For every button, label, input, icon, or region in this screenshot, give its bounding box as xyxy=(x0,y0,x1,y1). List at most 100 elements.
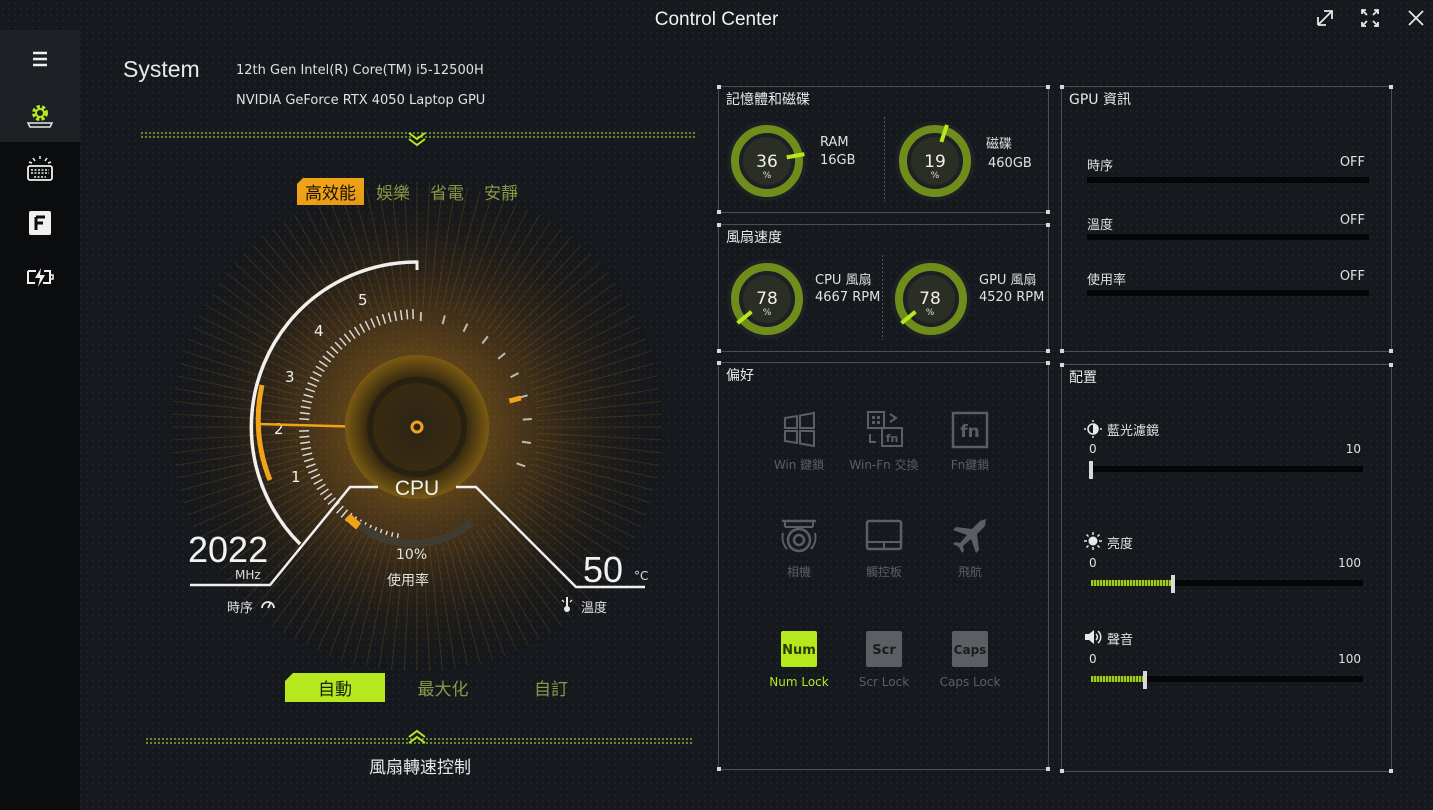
brightness-slider[interactable] xyxy=(1091,580,1363,586)
pref-airplane-mode[interactable]: 飛航 xyxy=(925,515,1015,580)
gpu-temp-bar xyxy=(1087,234,1369,240)
system-label: System xyxy=(123,56,200,82)
pref-label: Win-Fn 交換 xyxy=(849,458,919,472)
gpu-clock-bar xyxy=(1087,177,1369,183)
pref-label: Num Lock xyxy=(769,675,829,689)
fullscreen-button[interactable] xyxy=(1359,7,1381,29)
sidebar xyxy=(0,30,80,810)
volume-label: 聲音 xyxy=(1107,633,1134,648)
pref-win-key-lock[interactable]: Win 鍵鎖 xyxy=(754,408,844,473)
gauge-tick-label: 3 xyxy=(285,368,295,386)
scr-key-cap: Scr xyxy=(872,643,896,658)
title-bar: Control Center xyxy=(0,0,1433,36)
pref-touchpad[interactable]: 觸控板 xyxy=(839,515,929,580)
sidebar-item-keyboard[interactable] xyxy=(0,142,80,196)
volume-max: 100 xyxy=(1338,652,1361,666)
fan-tab-max[interactable]: 最大化 xyxy=(393,673,493,702)
num-key-cap: Num xyxy=(782,643,816,658)
blue-light-slider[interactable] xyxy=(1091,466,1363,472)
cpu-usage-label: 使用率 xyxy=(387,573,429,589)
brightness-max: 100 xyxy=(1338,556,1361,570)
pref-caps-lock[interactable]: Caps Caps Lock xyxy=(925,627,1015,689)
pref-num-lock[interactable]: Num Num Lock xyxy=(754,627,844,689)
sidebar-item-system[interactable] xyxy=(0,88,80,142)
ram-label: RAM xyxy=(820,135,849,150)
speedometer-icon xyxy=(261,601,275,609)
brightness-icon xyxy=(1084,532,1102,550)
cpu-temp-value: 50 xyxy=(583,549,624,590)
pref-label: 飛航 xyxy=(957,565,982,579)
brightness-ticks xyxy=(1091,572,1363,575)
keyboard-backlight-icon xyxy=(27,156,53,181)
f-key-icon xyxy=(29,211,51,235)
cpu-gauge: 1 2 3 4 5 CPU xyxy=(157,167,677,670)
gauge-tick-label: 1 xyxy=(291,468,301,486)
volume-min: 0 xyxy=(1089,652,1097,666)
sidebar-item-fkey[interactable] xyxy=(0,196,80,250)
pref-label: Caps Lock xyxy=(939,675,1001,689)
cpu-name: 12th Gen Intel(R) Core(TM) i5-12500H xyxy=(236,63,484,78)
cpu-clock-unit: MHz xyxy=(235,568,261,582)
windows-icon xyxy=(784,411,815,448)
hamburger-menu-icon xyxy=(33,51,47,67)
pref-camera[interactable]: 相機 xyxy=(754,515,844,580)
pref-scroll-lock[interactable]: Scr Scr Lock xyxy=(839,627,929,689)
fan-speed-panel: 風扇速度 78 % CPU 風扇 4667 RPM 78 % GPU 風扇 45… xyxy=(717,223,1050,353)
volume-thumb[interactable] xyxy=(1143,671,1148,689)
pref-win-fn-swap[interactable]: fn Win-Fn 交換 xyxy=(839,408,929,473)
volume-fill xyxy=(1091,676,1146,682)
pref-label: 觸控板 xyxy=(865,565,902,579)
sidebar-menu-button[interactable] xyxy=(0,30,80,88)
win-fn-swap-icon: fn xyxy=(867,411,903,447)
camera-icon xyxy=(781,519,817,553)
fan-panel-title: 風扇速度 xyxy=(726,230,782,246)
volume-slider[interactable] xyxy=(1091,676,1363,682)
brightness-fill xyxy=(1091,580,1173,586)
chevron-up-icon[interactable] xyxy=(406,728,428,746)
battery-charge-icon xyxy=(27,268,54,287)
config-panel-title: 配置 xyxy=(1069,370,1097,386)
brightness-thumb[interactable] xyxy=(1170,575,1175,593)
cpu-fan-value: 78 xyxy=(756,289,778,309)
gpu-fan-label: GPU 風扇 xyxy=(979,273,1037,288)
ram-usage-unit: % xyxy=(762,171,772,181)
blue-light-label: 藍光濾鏡 xyxy=(1107,424,1160,439)
ram-usage-value: 36 xyxy=(756,152,778,172)
pref-label: 相機 xyxy=(786,565,811,579)
fan-tab-auto[interactable]: 自動 xyxy=(285,673,385,702)
pref-panel-title: 偏好 xyxy=(726,368,754,384)
volume-icon xyxy=(1085,630,1102,644)
caps-lock-icon: Caps xyxy=(952,631,988,667)
cpu-fan-label: CPU 風扇 xyxy=(815,273,872,288)
fan-control-label[interactable]: 風扇轉速控制 xyxy=(340,753,500,778)
airplane-icon xyxy=(953,519,986,553)
gear-icon xyxy=(26,105,54,128)
num-lock-icon: Num xyxy=(781,631,817,667)
fan-mode-tabs: 自動 最大化 自訂 xyxy=(285,673,609,702)
memory-panel-title: 記憶體和磁碟 xyxy=(726,92,810,108)
cpu-fan-rpm: 4667 RPM xyxy=(815,290,881,305)
control-center-app: Control Center System 12th Gen Intel(R) … xyxy=(0,0,1433,810)
gpu-clock-value: OFF xyxy=(1339,155,1365,170)
fan-tab-custom[interactable]: 自訂 xyxy=(501,673,601,702)
gpu-fan-value: 78 xyxy=(919,289,941,309)
cpu-clock-value: 2022 xyxy=(188,529,269,570)
blue-light-thumb[interactable] xyxy=(1089,461,1093,479)
touchpad-icon xyxy=(865,519,903,551)
chevron-down-icon[interactable] xyxy=(406,130,428,148)
cpu-fan-unit: % xyxy=(762,308,772,318)
restore-icon xyxy=(1317,10,1333,26)
pref-fn-lock[interactable]: fn Fn鍵鎖 xyxy=(925,408,1015,473)
memory-disk-panel: 記憶體和磁碟 36 % RAM 16GB 19 % 磁碟 460GB xyxy=(717,85,1050,214)
close-button[interactable] xyxy=(1405,7,1427,29)
sidebar-item-battery[interactable] xyxy=(0,250,80,304)
config-panel: 配置 藍光濾鏡 0 10 亮度 0 100 聲音 0 100 xyxy=(1060,363,1393,773)
gpu-info-panel: GPU 資訊 時序 OFF 溫度 OFF 使用率 OFF xyxy=(1060,85,1393,353)
gpu-panel-title: GPU 資訊 xyxy=(1069,92,1131,108)
gauge-center-label: CPU xyxy=(395,477,439,500)
gpu-clock-label: 時序 xyxy=(1087,159,1114,174)
window-title: Control Center xyxy=(654,9,779,30)
ram-size: 16GB xyxy=(820,153,856,168)
restore-button[interactable] xyxy=(1314,7,1336,29)
disk-usage-unit: % xyxy=(930,171,940,181)
